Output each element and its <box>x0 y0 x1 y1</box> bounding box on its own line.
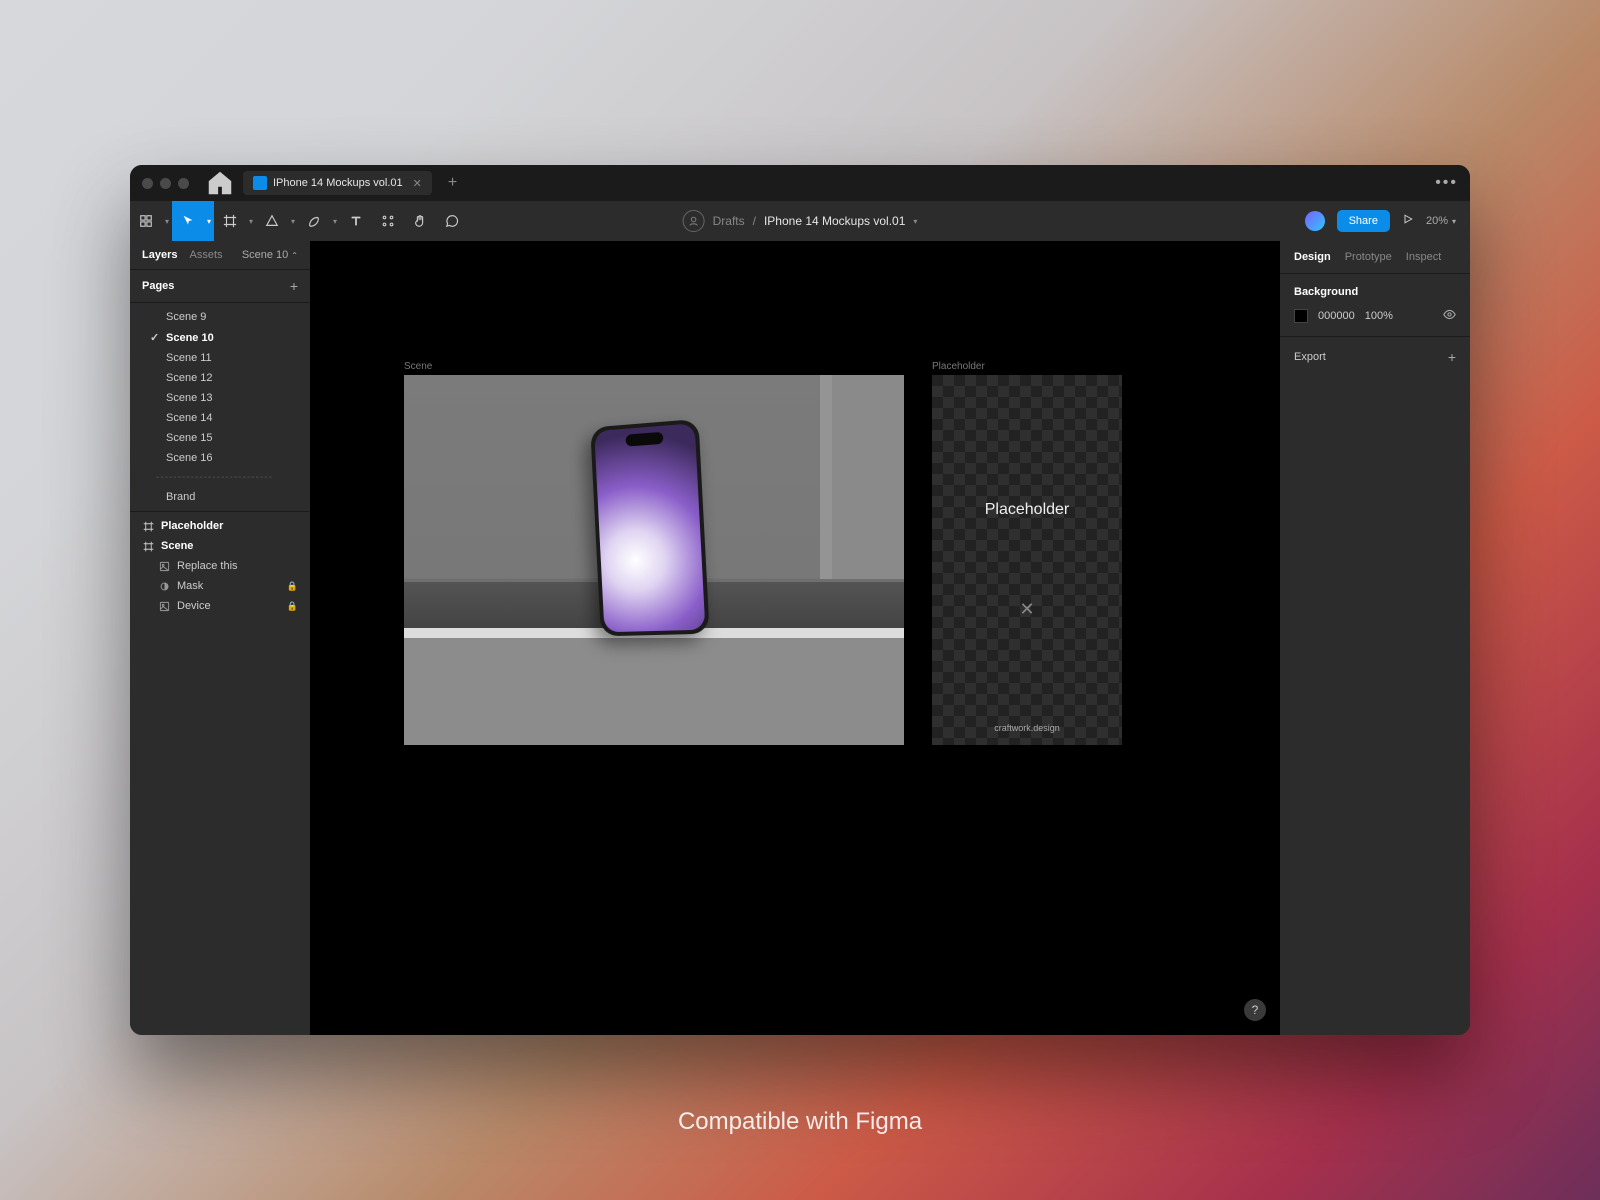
maximize-window-dot[interactable] <box>178 178 189 189</box>
text-tool[interactable] <box>340 201 372 241</box>
page-item[interactable]: Scene 14 <box>130 408 310 428</box>
background-swatch[interactable] <box>1294 309 1308 323</box>
figma-file-icon <box>253 176 267 190</box>
layer-item[interactable]: Mask🔒 <box>130 576 310 596</box>
visibility-toggle-icon[interactable] <box>1443 308 1456 324</box>
figma-app-window: IPhone 14 Mockups vol.01 ✕ + ••• ▾ ▾ ▾ ▾… <box>130 165 1470 1035</box>
frame-label-scene[interactable]: Scene <box>404 361 432 372</box>
placeholder-frame[interactable]: Placeholder ✕ craftwork.design <box>932 375 1122 745</box>
lock-icon: 🔒 <box>287 581 298 592</box>
chevron-down-icon[interactable]: ▾ <box>330 201 340 241</box>
chevron-down-icon[interactable]: ▾ <box>246 201 256 241</box>
window-controls <box>142 178 189 189</box>
new-tab-button[interactable]: + <box>440 174 465 192</box>
tab-design[interactable]: Design <box>1294 251 1331 263</box>
page-item[interactable]: Scene 9 <box>130 307 310 327</box>
add-export-button[interactable]: + <box>1448 349 1456 365</box>
layer-item[interactable]: Replace this <box>130 556 310 576</box>
layer-item[interactable]: Device🔒 <box>130 596 310 616</box>
iphone-mockup <box>590 419 709 637</box>
breadcrumb: Drafts / IPhone 14 Mockups vol.01 ▾ <box>683 210 918 232</box>
page-item[interactable]: Brand <box>130 487 310 507</box>
layer-item[interactable]: Placeholder <box>130 516 310 536</box>
image-icon <box>158 560 170 572</box>
breadcrumb-file[interactable]: IPhone 14 Mockups vol.01 <box>764 214 905 228</box>
help-button[interactable]: ? <box>1244 999 1266 1021</box>
pen-tool[interactable] <box>298 201 330 241</box>
scene-frame[interactable] <box>404 375 904 745</box>
page-item[interactable]: Scene 11 <box>130 348 310 368</box>
minimize-window-dot[interactable] <box>160 178 171 189</box>
share-button[interactable]: Share <box>1337 210 1390 232</box>
zoom-level[interactable]: 20%▾ <box>1426 215 1456 227</box>
tab-prototype[interactable]: Prototype <box>1345 251 1392 263</box>
mask-icon <box>158 580 170 592</box>
chevron-down-icon[interactable]: ▾ <box>204 201 214 241</box>
page-item[interactable]: Scene 15 <box>130 428 310 448</box>
add-page-button[interactable]: + <box>290 278 298 294</box>
page-list: Scene 9✓Scene 10Scene 11Scene 12Scene 13… <box>130 303 310 511</box>
frame-tool[interactable] <box>214 201 246 241</box>
page-item[interactable]: Scene 16 <box>130 448 310 468</box>
frame-label-placeholder[interactable]: Placeholder <box>932 361 985 372</box>
background-opacity[interactable]: 100% <box>1365 310 1393 322</box>
resources-tool[interactable] <box>372 201 404 241</box>
tab-layers[interactable]: Layers <box>142 249 177 261</box>
home-button[interactable] <box>205 168 235 198</box>
frame-icon <box>142 540 154 552</box>
present-button[interactable] <box>1402 212 1414 230</box>
right-panel: Design Prototype Inspect Background 0000… <box>1280 241 1470 1035</box>
comment-tool[interactable] <box>436 201 468 241</box>
chevron-down-icon[interactable]: ▾ <box>913 217 917 226</box>
user-avatar-icon[interactable] <box>683 210 705 232</box>
page-item[interactable]: Scene 12 <box>130 368 310 388</box>
toolbar: ▾ ▾ ▾ ▾ ▾ Drafts / IPhone 14 Mockups vol… <box>130 201 1470 241</box>
main-menu-tool[interactable] <box>130 201 162 241</box>
hand-tool[interactable] <box>404 201 436 241</box>
caption-text: Compatible with Figma <box>678 1108 922 1136</box>
background-hex[interactable]: 000000 <box>1318 310 1355 322</box>
close-tab-icon[interactable]: ✕ <box>413 177 422 190</box>
left-panel: Layers Assets Scene 10 ⌃ Pages + Scene 9… <box>130 241 310 1035</box>
x-icon: ✕ <box>1019 599 1034 620</box>
frame-icon <box>142 520 154 532</box>
chevron-down-icon[interactable]: ▾ <box>162 201 172 241</box>
move-tool[interactable] <box>172 201 204 241</box>
file-tab[interactable]: IPhone 14 Mockups vol.01 ✕ <box>243 171 432 195</box>
tab-inspect[interactable]: Inspect <box>1406 251 1441 263</box>
canvas[interactable]: Scene Placeholder Placeholder ✕ craftwor… <box>310 241 1280 1035</box>
tab-assets[interactable]: Assets <box>189 249 222 261</box>
layer-list: PlaceholderSceneReplace thisMask🔒Device🔒 <box>130 511 310 620</box>
shape-tool[interactable] <box>256 201 288 241</box>
lock-icon: 🔒 <box>287 601 298 612</box>
export-section: Export + <box>1280 337 1470 377</box>
page-item[interactable]: Scene 13 <box>130 388 310 408</box>
placeholder-footer: craftwork.design <box>994 723 1060 733</box>
titlebar: IPhone 14 Mockups vol.01 ✕ + ••• <box>130 165 1470 201</box>
breadcrumb-location[interactable]: Drafts <box>713 214 745 228</box>
pages-section-header: Pages + <box>130 269 310 303</box>
dev-mode-icon[interactable] <box>1305 211 1325 231</box>
close-window-dot[interactable] <box>142 178 153 189</box>
layer-item[interactable]: Scene <box>130 536 310 556</box>
chevron-down-icon[interactable]: ▾ <box>288 201 298 241</box>
page-selector[interactable]: Scene 10 ⌃ <box>242 249 298 261</box>
tab-title: IPhone 14 Mockups vol.01 <box>273 177 403 189</box>
page-item[interactable]: ✓Scene 10 <box>130 327 310 348</box>
background-section: Background 000000 100% <box>1280 274 1470 337</box>
placeholder-title: Placeholder <box>985 501 1070 519</box>
main-menu-button[interactable]: ••• <box>1435 174 1458 192</box>
image-icon <box>158 600 170 612</box>
